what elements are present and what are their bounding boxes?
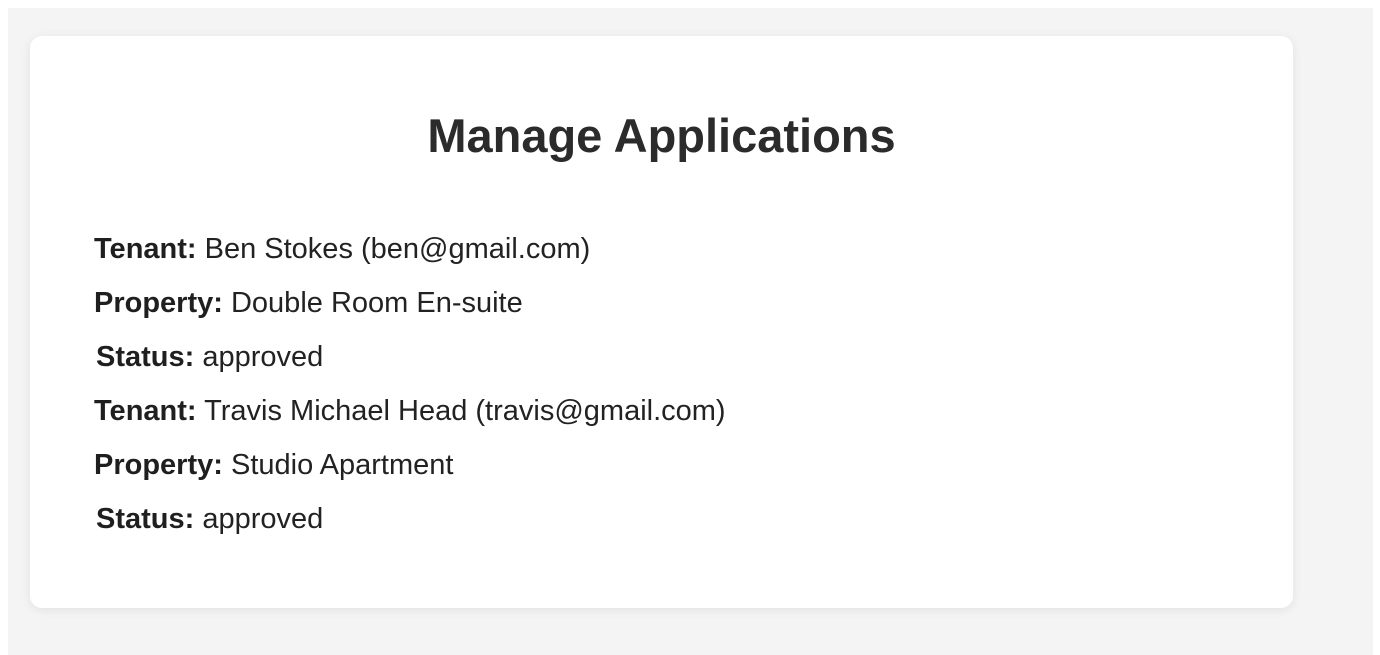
applications-card: Manage Applications Tenant: Ben Stokes (… — [30, 36, 1293, 608]
application-item: Tenant: Travis Michael Head (travis@gmai… — [94, 384, 726, 546]
property-row: Property: Studio Apartment — [94, 438, 726, 492]
property-value: Double Room En-suite — [230, 287, 523, 319]
status-row: Status: approved — [94, 492, 726, 546]
property-label: Property: — [94, 449, 223, 481]
property-label: Property: — [94, 287, 223, 319]
application-item: Tenant: Ben Stokes (ben@gmail.com) Prope… — [94, 222, 726, 384]
status-value: approved — [202, 503, 324, 535]
tenant-value: Travis Michael Head (travis@gmail.com) — [204, 395, 726, 427]
property-row: Property: Double Room En-suite — [94, 276, 726, 330]
property-value: Studio Apartment — [230, 449, 454, 481]
status-value: approved — [202, 341, 324, 373]
page-title: Manage Applications — [427, 109, 896, 162]
tenant-label: Tenant: — [94, 233, 197, 265]
tenant-value: Ben Stokes (ben@gmail.com) — [204, 233, 591, 265]
tenant-row: Tenant: Travis Michael Head (travis@gmai… — [94, 384, 726, 438]
status-row: Status: approved — [94, 330, 726, 384]
status-label: Status: — [96, 341, 195, 373]
tenant-label: Tenant: — [94, 395, 197, 427]
tenant-row: Tenant: Ben Stokes (ben@gmail.com) — [94, 222, 726, 276]
application-list: Tenant: Ben Stokes (ben@gmail.com) Prope… — [94, 222, 726, 546]
status-label: Status: — [96, 503, 195, 535]
